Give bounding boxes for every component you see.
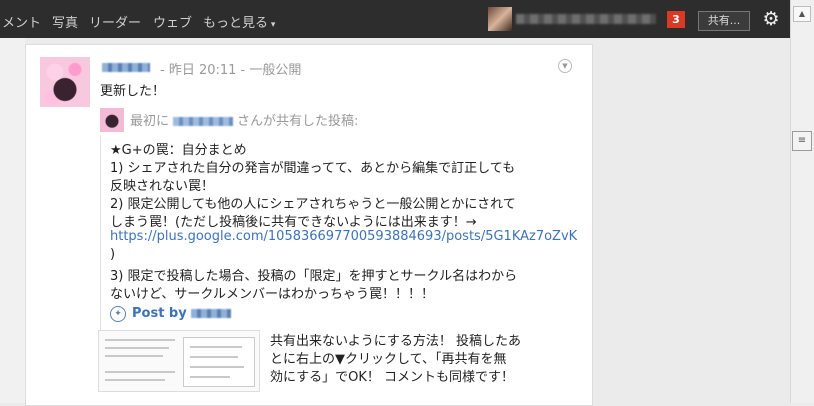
gear-icon[interactable]: ⚙: [760, 8, 782, 30]
attachment-caption-line: とに右上の▼クリックして、「再共有を無: [270, 352, 507, 367]
nav-item-comments[interactable]: メント: [2, 12, 41, 31]
author-avatar[interactable]: [40, 57, 90, 107]
original-author-avatar[interactable]: [100, 108, 124, 132]
account-avatar[interactable]: [488, 7, 512, 31]
quote-link[interactable]: https://plus.google.com/1058366977005938…: [110, 229, 577, 244]
left-gutter: [0, 38, 25, 403]
post-text: 更新した！: [100, 84, 166, 99]
scroll-up-arrow-icon[interactable]: ▲: [793, 6, 811, 22]
post-by-link[interactable]: Post by: [132, 306, 231, 321]
shared-from-line: 最初に さんが共有した投稿:: [130, 110, 358, 129]
vertical-scrollbar[interactable]: [790, 0, 814, 403]
original-author-name-redacted[interactable]: [173, 117, 234, 126]
post-meta: - 昨日 20:11 - 一般公開: [160, 63, 302, 78]
quote-line: ★G+の罠：自分まとめ: [110, 143, 247, 158]
nav-item-more[interactable]: もっと見る: [203, 12, 275, 31]
scroll-thumb[interactable]: ≡: [792, 131, 812, 151]
quote-line: しまう罠！(ただし投稿後に共有できないようには出来ます！→: [110, 215, 477, 230]
author-name-redacted[interactable]: [102, 63, 150, 72]
attachment-caption-line: 効にする」でOK！ コメントも同様です！: [270, 370, 515, 385]
thumb-line: [190, 366, 244, 368]
quote-line: 3) 限定で投稿した場合、投稿の「限定」を押すとサークル名はわから: [110, 269, 518, 284]
post-by-name-redacted[interactable]: [190, 309, 231, 318]
shared-prefix: 最初に: [130, 114, 170, 129]
notification-count-badge[interactable]: 3: [667, 11, 685, 28]
quote-line: 2) 限定公開しても他の人にシェアされちゃうと一般公開とかにされて: [110, 197, 516, 212]
attachment-caption-line: 共有出来ないようにする方法！ 投稿したあ: [270, 334, 522, 349]
globe-icon: ✦: [110, 306, 126, 322]
thumb-line: [190, 376, 230, 378]
thumb-line: [105, 379, 165, 381]
quote-line: ): [110, 247, 116, 262]
nav-item-photos[interactable]: 写真: [52, 12, 78, 31]
attachment-thumbnail[interactable]: [98, 330, 260, 392]
thumb-line: [190, 346, 242, 348]
thumb-line: [105, 355, 163, 357]
thumb-line: [105, 371, 175, 373]
account-name-redacted[interactable]: [516, 14, 656, 24]
quote-line: 反映されない罠！: [110, 179, 215, 194]
share-button[interactable]: 共有...: [698, 11, 750, 31]
quote-line: ないけど、サークルメンバーはわかっちゃう罠！！！！: [110, 287, 434, 302]
quote-line: 1) シェアされた自分の発言が間違ってて、あとから編集で訂正しても: [110, 161, 516, 176]
thumb-line: [190, 356, 238, 358]
thumb-menu: [183, 337, 255, 387]
post-options-chevron-icon[interactable]: ▼: [558, 59, 572, 73]
post-by-label: Post by: [132, 306, 187, 321]
thumb-line: [105, 347, 169, 349]
thumb-line: [105, 339, 175, 341]
nav-item-reader[interactable]: リーダー: [89, 12, 141, 31]
shared-suffix: さんが共有した投稿:: [237, 114, 359, 129]
nav-item-web[interactable]: ウェブ: [153, 12, 192, 31]
